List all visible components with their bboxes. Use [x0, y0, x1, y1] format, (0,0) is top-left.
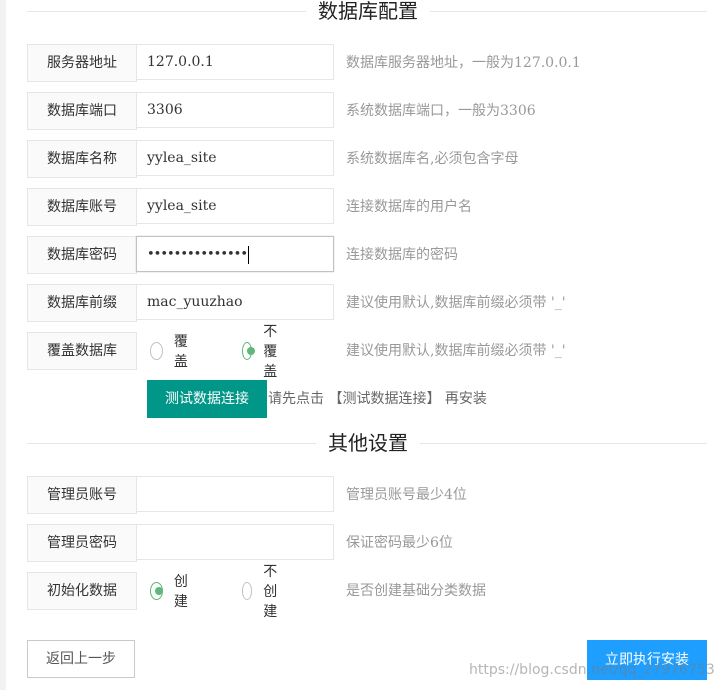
label-db-name: 数据库名称 [27, 140, 137, 178]
hint-db-name: 系统数据库名,必须包含字母 [346, 151, 519, 167]
hint-admin-account: 管理员账号最少4位 [346, 487, 467, 503]
install-button[interactable]: 立即执行安装 [587, 640, 707, 680]
label-db-password: 数据库密码 [27, 236, 137, 274]
db-password-input[interactable]: ••••••••••••••• [136, 236, 334, 272]
hint-db-password: 连接数据库的密码 [346, 247, 458, 263]
server-address-input[interactable] [136, 44, 334, 80]
hint-db-port: 系统数据库端口，一般为3306 [346, 103, 536, 119]
db-name-input[interactable] [136, 140, 334, 176]
hint-admin-password: 保证密码最少6位 [346, 535, 453, 551]
db-password-mask: ••••••••••••••• [147, 247, 248, 262]
text-caret [248, 245, 250, 264]
test-connection-hint: 请先点击 【测试数据连接】 再安装 [268, 391, 487, 407]
radio-no-create-label: 不创建 [263, 564, 278, 620]
db-user-input[interactable] [136, 188, 334, 224]
radio-no-create[interactable]: 不创建 [242, 564, 285, 620]
label-db-prefix: 数据库前缀 [27, 284, 137, 322]
db-section-header: 数据库配置 [27, 0, 707, 24]
radio-no-overwrite[interactable]: 不覆盖 [242, 324, 285, 380]
other-section-title: 其他设置 [316, 430, 420, 456]
radio-unchecked-icon [242, 582, 253, 600]
radio-create-label: 创建 [173, 574, 188, 610]
radio-overwrite[interactable]: 覆盖 [150, 332, 193, 370]
label-overwrite-db: 覆盖数据库 [27, 332, 137, 370]
label-init-data: 初始化数据 [27, 572, 137, 610]
radio-overwrite-label: 覆盖 [173, 334, 188, 370]
hint-db-prefix: 建议使用默认,数据库前缀必须带 '_' [346, 295, 566, 311]
label-db-port: 数据库端口 [27, 92, 137, 130]
back-button[interactable]: 返回上一步 [27, 640, 135, 678]
radio-unchecked-icon [150, 342, 163, 360]
hint-server-address: 数据库服务器地址，一般为127.0.0.1 [346, 55, 581, 71]
label-server-address: 服务器地址 [27, 44, 137, 82]
db-port-input[interactable] [136, 92, 334, 128]
hint-db-user: 连接数据库的用户名 [346, 199, 472, 215]
label-admin-password: 管理员密码 [27, 524, 137, 562]
radio-checked-icon [242, 342, 256, 360]
admin-password-input[interactable] [136, 524, 334, 560]
db-prefix-input[interactable] [136, 284, 334, 320]
label-admin-account: 管理员账号 [27, 476, 137, 514]
admin-account-input[interactable] [136, 476, 334, 512]
radio-no-overwrite-label: 不覆盖 [263, 324, 278, 380]
test-connection-button[interactable]: 测试数据连接 [147, 380, 267, 418]
other-section-header: 其他设置 [27, 430, 707, 456]
hint-overwrite-db: 建议使用默认,数据库前缀必须带 '_' [346, 343, 566, 359]
hint-init-data: 是否创建基础分类数据 [346, 583, 486, 599]
radio-create[interactable]: 创建 [150, 572, 193, 610]
radio-checked-icon [150, 582, 163, 600]
label-db-user: 数据库账号 [27, 188, 137, 226]
db-section-title: 数据库配置 [306, 0, 430, 24]
page-left-border [0, 0, 6, 690]
